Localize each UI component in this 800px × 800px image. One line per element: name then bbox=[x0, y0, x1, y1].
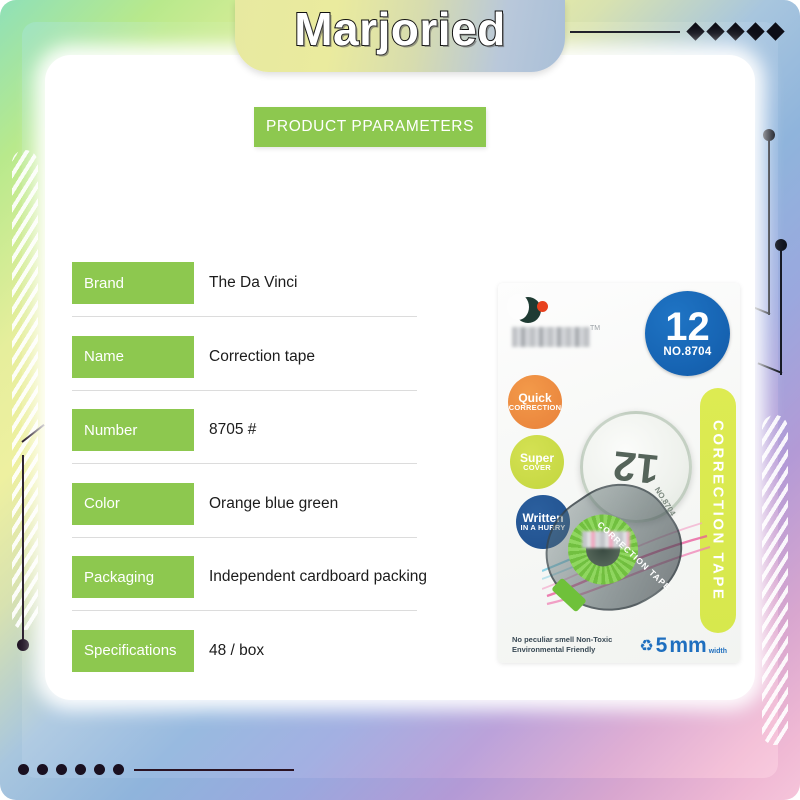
product-package-image: TM 12 NO.8704 CORRECTION TAPE Quick CORR… bbox=[498, 283, 740, 663]
table-row: Color Orange blue green bbox=[72, 482, 417, 557]
correction-tape-body: CORRECTION TAPE bbox=[523, 461, 703, 639]
row-divider bbox=[72, 463, 417, 464]
trademark-label: TM bbox=[590, 325, 601, 332]
spec-key-label: Packaging bbox=[84, 568, 155, 586]
spec-key-cell: Packaging bbox=[72, 556, 194, 598]
width-value: 5 bbox=[655, 634, 668, 658]
table-row: Number 8705 # bbox=[72, 409, 417, 483]
spec-key-label: Brand bbox=[84, 274, 125, 292]
spec-key-label: Number bbox=[84, 421, 138, 439]
row-divider bbox=[72, 389, 417, 391]
table-row: Packaging Independent cardboard packing bbox=[72, 556, 427, 630]
spec-value-cell: 48 / box bbox=[209, 641, 265, 659]
feature-badge-subtitle: CORRECTION bbox=[508, 403, 562, 413]
dot-line bbox=[134, 768, 294, 771]
side-label-text: CORRECTION TAPE bbox=[709, 419, 727, 602]
product-parameters-label: PRODUCT PPARAMETERS bbox=[265, 118, 475, 135]
right-line-decoration-2 bbox=[775, 239, 787, 375]
specification-table: Brand The Da Vinci Name Correction tape … bbox=[72, 262, 427, 704]
package-footer: No peculiar smell Non-Toxic Environmenta… bbox=[512, 634, 727, 658]
brand-name-blurred bbox=[512, 327, 590, 347]
feature-badge-subtitle: COVER bbox=[523, 463, 551, 473]
dot-icon bbox=[75, 764, 86, 775]
left-line-decoration bbox=[17, 455, 29, 651]
right-line-decoration-1 bbox=[763, 129, 775, 315]
product-parameters-banner: PRODUCT PPARAMETERS bbox=[254, 107, 486, 147]
table-row: Specifications 48 / box bbox=[72, 629, 417, 704]
spec-value-cell: The Da Vinci bbox=[209, 274, 298, 291]
product-spec-page: Marjoried PRODUCT PPARAMETERS Brand The … bbox=[0, 0, 800, 800]
dot-decoration bbox=[18, 764, 294, 775]
brand-logo-icon bbox=[507, 294, 561, 325]
spec-value-cell: Orange blue green bbox=[209, 494, 339, 512]
spec-key-cell: Brand bbox=[72, 262, 194, 304]
recycle-icon: ♻ bbox=[639, 638, 654, 655]
row-divider bbox=[72, 536, 417, 538]
spec-key-cell: Color bbox=[72, 482, 194, 525]
width-label: width bbox=[708, 648, 727, 655]
tape-shell bbox=[523, 461, 703, 639]
spec-key-cell: Name bbox=[72, 335, 194, 378]
dot-icon bbox=[94, 764, 105, 775]
model-badge: 12 NO.8704 bbox=[645, 291, 730, 376]
width-spec: ♻ 5 mm width bbox=[639, 634, 727, 658]
left-hatch-decoration bbox=[12, 150, 38, 630]
spec-key-label: Color bbox=[84, 495, 120, 512]
table-row: Name Correction tape bbox=[72, 335, 417, 410]
dot-icon bbox=[37, 764, 48, 775]
package-note-line1: No peculiar smell Non-Toxic bbox=[512, 634, 613, 644]
feature-badge-quick: Quick CORRECTION bbox=[508, 375, 562, 429]
right-hatch-decoration bbox=[762, 415, 788, 745]
row-divider bbox=[72, 610, 417, 611]
table-row: Brand The Da Vinci bbox=[72, 262, 417, 336]
spec-key-label: Name bbox=[84, 348, 125, 365]
package-note-line2: Environmental Friendly bbox=[512, 644, 596, 654]
row-divider bbox=[72, 316, 417, 317]
badge-model: NO.8704 bbox=[663, 345, 712, 358]
package-note: No peculiar smell Non-Toxic Environmenta… bbox=[512, 635, 612, 655]
spec-value-cell: Independent cardboard packing bbox=[209, 568, 428, 585]
logo-dot-shape bbox=[537, 301, 548, 312]
page-title: Marjoried bbox=[293, 2, 506, 56]
dot-icon bbox=[18, 764, 29, 775]
logo-crescent-shape bbox=[507, 294, 541, 323]
spec-key-cell: Specifications bbox=[72, 629, 194, 672]
spec-key-label: Specifications bbox=[84, 642, 177, 659]
spec-value-cell: Correction tape bbox=[209, 347, 315, 365]
dot-icon bbox=[56, 764, 67, 775]
width-unit: mm bbox=[669, 634, 707, 658]
spec-value-cell: 8705 # bbox=[209, 421, 257, 438]
dot-icon bbox=[113, 764, 124, 775]
spec-key-cell: Number bbox=[72, 409, 194, 451]
badge-number: 12 bbox=[665, 305, 710, 350]
